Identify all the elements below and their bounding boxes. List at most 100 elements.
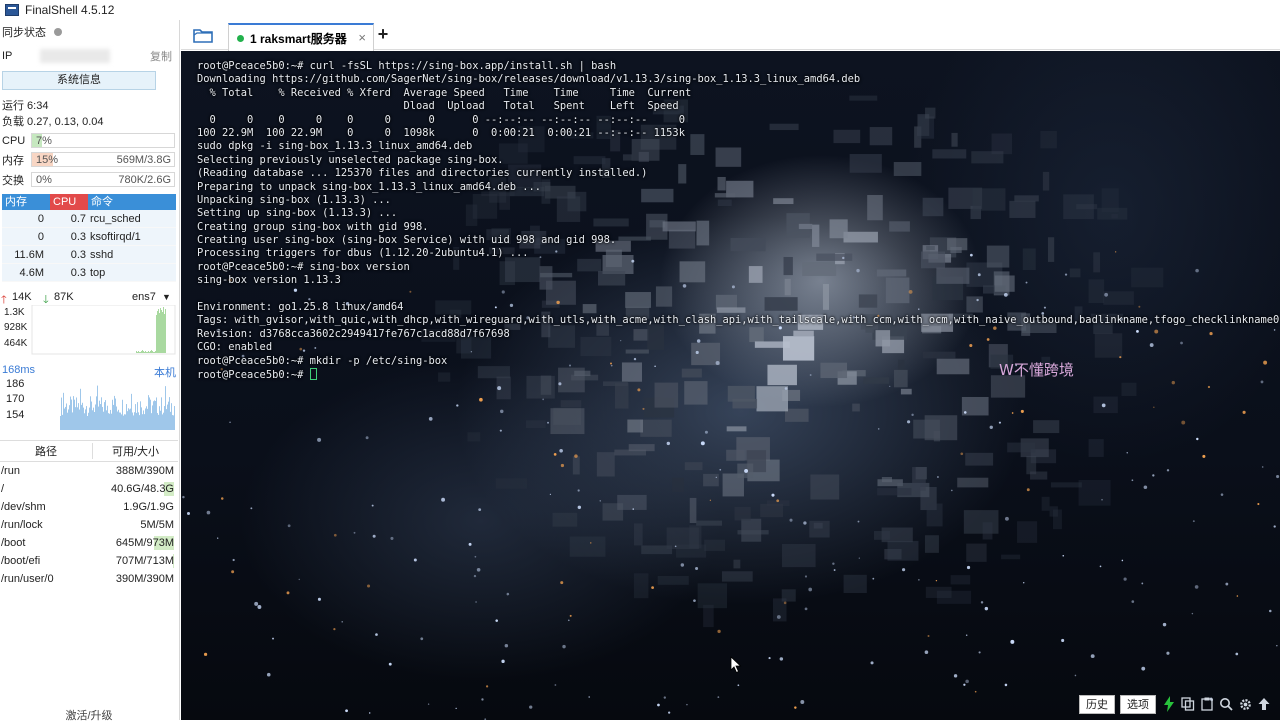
background-block	[596, 452, 615, 477]
process-col-memory[interactable]: 内存	[2, 194, 50, 210]
disk-row[interactable]: /boot 645M/973M	[0, 534, 178, 552]
network-bar	[148, 351, 149, 353]
disk-row[interactable]: /run/lock 5M/5M	[0, 516, 178, 534]
background-particle	[870, 661, 874, 665]
background-block	[925, 586, 952, 598]
terminal-panel[interactable]: root@Pceace5b0:~# curl -fsSL https://sin…	[181, 51, 1280, 720]
background-particle	[686, 703, 688, 706]
ping-bar	[119, 412, 120, 430]
options-button[interactable]: 选项	[1120, 694, 1156, 714]
process-row[interactable]: 0 0.7 rcu_sched	[2, 210, 176, 228]
background-particle	[1192, 520, 1195, 523]
disk-row[interactable]: / 40.6G/48.3G	[0, 480, 178, 498]
process-col-command[interactable]: 命令	[88, 194, 176, 210]
cpu-meter: 7%	[31, 133, 175, 148]
history-button[interactable]: 历史	[1079, 694, 1115, 714]
background-particle	[1153, 406, 1155, 409]
background-particle	[1236, 595, 1239, 597]
network-bar	[154, 352, 155, 353]
background-particle	[1194, 585, 1199, 589]
ping-bar	[74, 399, 75, 430]
background-particle	[365, 436, 369, 440]
disk-row[interactable]: /boot/efi 707M/713M	[0, 552, 178, 570]
disk-row[interactable]: /run/user/0 390M/390M	[0, 570, 178, 588]
ping-bar	[154, 400, 155, 430]
disk-row[interactable]: /run 388M/390M	[0, 462, 178, 480]
background-particle	[368, 712, 371, 714]
background-particle	[657, 703, 660, 707]
ping-bar	[67, 412, 68, 430]
disk-col-size[interactable]: 可用/大小	[92, 443, 178, 459]
process-col-cpu[interactable]: CPU	[50, 194, 88, 210]
gear-icon[interactable]	[1237, 696, 1253, 712]
lightning-icon[interactable]	[1161, 696, 1177, 712]
background-particle	[186, 511, 191, 515]
background-particle	[497, 386, 502, 391]
tab-session[interactable]: 1 raksmart服务器 ×	[228, 23, 374, 51]
background-particle	[428, 417, 433, 421]
copy-icon[interactable]	[1180, 696, 1196, 712]
add-icon[interactable]: +	[373, 24, 393, 44]
ping-bar	[66, 403, 67, 430]
background-particle	[1123, 577, 1127, 581]
background-particle	[1090, 654, 1095, 659]
background-particle	[559, 448, 563, 453]
background-particle	[1242, 410, 1246, 414]
background-particle	[998, 421, 1001, 424]
search-icon[interactable]	[1218, 696, 1234, 712]
terminal-line: Revision: d3768cca3602c2949417fe767c1acd…	[197, 327, 510, 340]
disk-row[interactable]: /dev/shm 1.9G/1.9G	[0, 498, 178, 516]
process-row[interactable]: 4.6M 0.3 top	[2, 264, 176, 282]
disk-col-path[interactable]: 路径	[0, 443, 92, 459]
ping-bar	[133, 415, 134, 430]
terminal-line: root@Pceace5b0:~# sing-box version	[197, 260, 410, 273]
ping-bar	[72, 412, 73, 430]
background-particle	[680, 563, 685, 567]
background-particle	[717, 696, 720, 699]
close-icon[interactable]: ×	[358, 30, 366, 45]
background-particle	[390, 536, 394, 540]
background-particle	[1004, 683, 1008, 687]
network-interface[interactable]: ens7	[132, 291, 156, 303]
ping-bar	[123, 415, 124, 430]
network-bar	[139, 352, 140, 353]
ping-bar	[85, 409, 86, 430]
background-particle	[413, 558, 417, 562]
process-row[interactable]: 0 0.3 ksoftirqd/1	[2, 228, 176, 246]
background-particle	[317, 597, 321, 601]
ping-bar	[109, 413, 110, 430]
background-particle	[333, 533, 337, 537]
folder-icon[interactable]	[193, 27, 213, 43]
ping-bar	[73, 396, 74, 430]
ping-bar	[171, 403, 172, 430]
background-particle	[476, 567, 481, 572]
paste-icon[interactable]	[1199, 696, 1215, 712]
network-bar	[165, 309, 166, 353]
ping-bar	[97, 385, 98, 430]
ping-bar	[103, 411, 104, 430]
disk-size: 5M/5M	[140, 519, 174, 531]
ping-bar	[144, 414, 145, 430]
background-particle	[1061, 638, 1065, 642]
activate-upgrade-link[interactable]: 激活/升级	[0, 707, 178, 723]
background-particle	[589, 542, 592, 544]
system-info-button[interactable]: 系统信息	[2, 71, 156, 90]
background-particle	[474, 555, 477, 558]
background-particle	[345, 709, 348, 713]
terminal-output[interactable]: root@Pceace5b0:~# curl -fsSL https://sin…	[197, 60, 1280, 381]
dropdown-icon[interactable]: ▼	[162, 292, 171, 302]
network-bar	[142, 350, 143, 353]
background-particle	[569, 614, 572, 617]
arrow-up-icon[interactable]	[1256, 696, 1272, 712]
ping-bar	[75, 407, 76, 430]
background-particle	[974, 690, 977, 693]
network-bar	[141, 351, 142, 353]
terminal-line: CGO: enabled	[197, 341, 273, 354]
copy-ip-link[interactable]: 复制	[150, 48, 172, 64]
network-bar	[158, 309, 159, 353]
terminal-cursor	[309, 367, 317, 380]
network-bar	[136, 351, 137, 353]
network-row: 🡑 14K 🡓 87K ens7 ▼	[0, 291, 178, 306]
process-row[interactable]: 11.6M 0.3 sshd	[2, 246, 176, 264]
